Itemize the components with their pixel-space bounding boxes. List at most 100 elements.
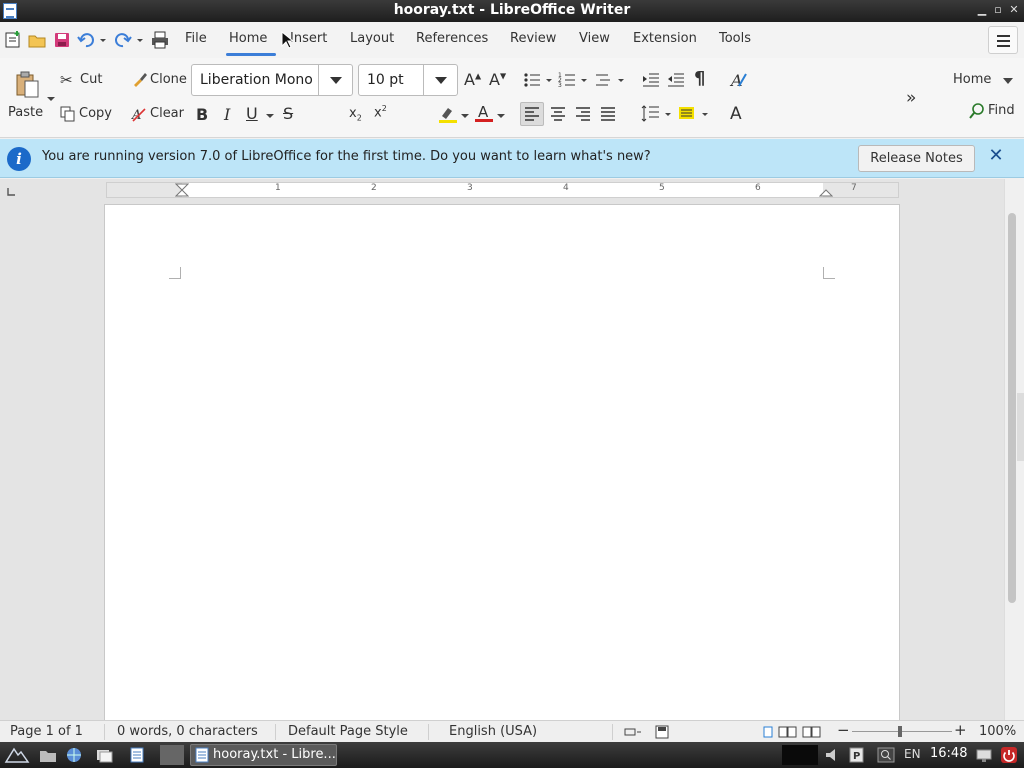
font-size-dropdown-icon[interactable] [423,65,457,95]
zoom-in-icon[interactable]: + [954,721,967,739]
align-center-icon[interactable] [550,106,566,122]
save-icon[interactable] [52,30,72,50]
scrollbar-thumb[interactable] [1008,213,1016,603]
line-spacing-icon[interactable] [640,104,672,124]
horizontal-ruler[interactable]: 1 2 3 4 5 6 7 [106,182,899,198]
highlight-dropdown-icon[interactable] [461,114,469,118]
underline-icon[interactable]: U [246,104,258,123]
zoom-out-icon[interactable]: − [837,721,850,739]
zoom-slider[interactable] [852,731,952,732]
more-options-icon[interactable]: » [906,88,916,108]
search-icon[interactable] [877,747,895,763]
zoom-level[interactable]: 100% [979,724,1016,739]
clone-formatting-icon[interactable] [132,71,148,87]
tab-view[interactable]: View [579,31,610,46]
highlight-color-icon[interactable] [438,104,458,124]
pinned-app-icon[interactable]: P [848,747,866,763]
language[interactable]: English (USA) [449,724,537,739]
paragraph-style-value[interactable]: Home [953,72,991,87]
copy-button[interactable]: Copy [79,106,112,121]
show-desktop-icon[interactable] [95,747,113,763]
taskbar-writer-window[interactable]: hooray.txt - Libre... [190,744,337,766]
outline-list-icon[interactable] [594,71,626,89]
maximize-icon[interactable]: ▫ [991,3,1005,17]
paste-label[interactable]: Paste [8,105,43,120]
character-dialog-icon[interactable]: A [730,104,742,124]
right-indent-marker-icon[interactable] [819,183,833,197]
align-left-icon[interactable] [524,106,540,122]
document-modified-icon[interactable] [655,725,669,739]
undo-icon[interactable] [76,30,106,50]
keyboard-layout[interactable]: EN [904,747,921,761]
zoom-slider-thumb[interactable] [898,726,902,737]
word-count[interactable]: 0 words, 0 characters [117,724,258,739]
main-menu-button[interactable] [988,26,1018,54]
tab-home[interactable]: Home [229,31,267,46]
tab-references[interactable]: References [416,31,488,46]
styles-icon[interactable]: A [729,70,749,90]
close-window-icon[interactable]: ✕ [1007,3,1021,17]
minimize-icon[interactable]: ▁ [975,3,989,17]
align-right-icon[interactable] [575,106,591,122]
tab-review[interactable]: Review [510,31,556,46]
clock[interactable]: 16:48 [930,746,967,761]
sidebar-toggle[interactable] [1017,393,1024,461]
vertical-scrollbar[interactable] [1004,179,1024,720]
tab-stop-icon[interactable] [6,187,16,197]
document-area[interactable]: 1 2 3 4 5 6 7 [0,179,1004,720]
bullet-list-icon[interactable] [522,71,554,89]
decrease-indent-icon[interactable] [666,71,686,89]
volume-icon[interactable] [824,747,842,763]
tab-file[interactable]: File [185,31,207,46]
tab-tools[interactable]: Tools [719,31,751,46]
file-manager-icon[interactable] [39,747,57,763]
tab-extension[interactable]: Extension [633,31,697,46]
increase-indent-icon[interactable] [641,71,661,89]
font-size-combo[interactable]: 10 pt [358,64,458,96]
font-name-dropdown-icon[interactable] [318,65,352,95]
font-color-dropdown-icon[interactable] [497,114,505,118]
find-button[interactable]: Find [988,103,1015,118]
underline-dropdown-icon[interactable] [266,114,274,118]
browser-icon[interactable] [65,747,83,763]
copy-icon[interactable] [60,106,76,122]
formatting-marks-icon[interactable]: ¶ [694,68,705,89]
bold-icon[interactable]: B [196,105,208,124]
print-icon[interactable] [150,30,170,50]
network-icon[interactable] [975,747,993,763]
cut-icon[interactable]: ✂ [60,71,73,89]
view-layout-icons[interactable] [763,726,821,738]
page-count[interactable]: Page 1 of 1 [10,724,83,739]
grow-font-icon[interactable]: A▲ [464,70,481,89]
power-icon[interactable] [1000,747,1018,763]
numbered-list-icon[interactable]: 123 [557,71,589,89]
font-color-icon[interactable]: A [474,103,494,123]
paragraph-background-icon[interactable] [677,104,709,124]
clear-button[interactable]: Clear [150,106,184,121]
release-notes-button[interactable]: Release Notes [858,145,975,172]
selection-mode-icon[interactable] [624,725,642,739]
redo-icon[interactable] [111,30,145,50]
writer-launcher-icon[interactable] [128,747,146,763]
find-icon[interactable] [968,102,986,120]
close-infobar-icon[interactable]: ✕ [987,147,1005,165]
cut-button[interactable]: Cut [80,72,102,87]
workspace-switcher[interactable] [160,745,184,765]
subscript-icon[interactable]: x2 [349,106,362,123]
tab-layout[interactable]: Layout [350,31,394,46]
open-folder-icon[interactable] [27,30,47,50]
italic-icon[interactable]: I [224,105,230,124]
paste-icon[interactable] [14,70,40,100]
start-menu-icon[interactable] [4,747,30,763]
superscript-icon[interactable]: x2 [374,104,387,120]
clear-formatting-icon[interactable]: A [131,106,147,122]
paste-dropdown-icon[interactable] [47,97,55,101]
justify-icon[interactable] [600,106,616,122]
left-indent-marker-icon[interactable] [175,183,189,197]
page-style[interactable]: Default Page Style [288,724,408,739]
font-name-combo[interactable]: Liberation Mono [191,64,353,96]
document-page[interactable] [104,204,900,720]
paragraph-style-dropdown-icon[interactable] [1003,78,1013,84]
strikethrough-icon[interactable]: S [283,104,293,123]
clone-button[interactable]: Clone [150,72,187,87]
